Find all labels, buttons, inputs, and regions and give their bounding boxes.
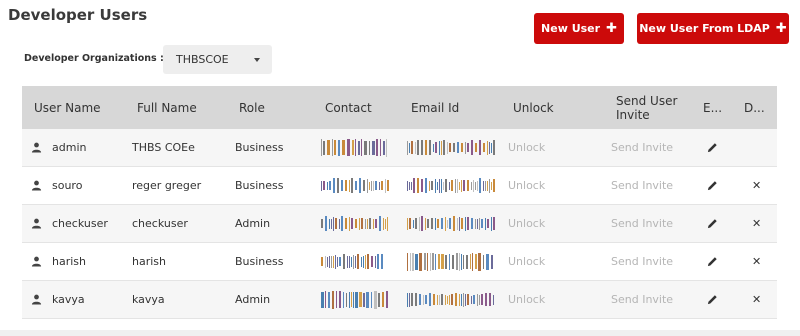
org-select-value: THBSCOE <box>176 53 229 66</box>
edit-button[interactable] <box>707 243 721 280</box>
unlock-link[interactable]: Unlock <box>508 243 578 280</box>
send-invite-link[interactable]: Send Invite <box>611 243 691 280</box>
send-invite-link[interactable]: Send Invite <box>611 167 691 204</box>
pencil-icon <box>707 294 718 305</box>
pencil-icon <box>707 256 718 267</box>
cell-fullname: THBS COEe <box>132 141 195 154</box>
send-invite-link[interactable]: Send Invite <box>611 205 691 242</box>
cell-fullname: harish <box>132 255 166 268</box>
page-title: Developer Users <box>8 6 148 24</box>
header-contact[interactable]: Contact <box>325 86 395 129</box>
page: Developer Users New User ✚ New User From… <box>0 0 800 330</box>
header-edit[interactable]: E... <box>703 86 727 129</box>
cell-username: checkuser <box>31 205 131 242</box>
pencil-icon <box>707 180 718 191</box>
pencil-icon <box>707 142 718 153</box>
header-unlock[interactable]: Unlock <box>513 86 583 129</box>
table-body: admin THBS COEe Business Unlock Send Invite s… <box>22 129 777 319</box>
cell-contact-redacted <box>321 167 396 204</box>
close-icon: ✕ <box>752 179 762 192</box>
chevron-down-icon <box>254 58 260 62</box>
close-icon: ✕ <box>752 255 762 268</box>
plus-icon: ✚ <box>606 21 617 36</box>
user-icon <box>31 180 42 191</box>
table-row: admin THBS COEe Business Unlock Send Invite <box>22 129 777 167</box>
plus-icon: ✚ <box>775 21 787 36</box>
edit-button[interactable] <box>707 129 721 166</box>
new-user-label: New User <box>541 22 601 35</box>
cell-email-redacted <box>407 129 502 166</box>
username-text: admin <box>52 141 87 154</box>
cell-fullname: kavya <box>132 293 165 306</box>
header-send-invite[interactable]: Send User Invite <box>616 86 686 129</box>
cell-email-redacted <box>407 167 502 204</box>
user-icon <box>31 256 42 267</box>
cell-email-redacted <box>407 243 502 280</box>
users-table: User Name Full Name Role Contact Email I… <box>22 86 777 319</box>
user-icon <box>31 142 42 153</box>
header-email[interactable]: Email Id <box>411 86 501 129</box>
header-role[interactable]: Role <box>239 86 309 129</box>
cell-username: souro <box>31 167 131 204</box>
table-row: kavya kavya Admin Unlock Send Invite ✕ <box>22 281 777 319</box>
cell-role: Admin <box>235 217 271 230</box>
send-invite-link[interactable]: Send Invite <box>611 281 691 318</box>
header-username[interactable]: User Name <box>34 86 124 129</box>
pencil-icon <box>707 218 718 229</box>
cell-email-redacted <box>407 281 502 318</box>
user-icon <box>31 294 42 305</box>
cell-role: Business <box>235 179 284 192</box>
cell-contact-redacted <box>321 243 396 280</box>
cell-email-redacted <box>407 205 502 242</box>
cell-role: Admin <box>235 293 271 306</box>
edit-button[interactable] <box>707 205 721 242</box>
new-user-button[interactable]: New User ✚ <box>534 13 624 44</box>
header-delete[interactable]: D... <box>744 86 768 129</box>
username-text: souro <box>52 179 83 192</box>
user-icon <box>31 218 42 229</box>
cell-username: admin <box>31 129 131 166</box>
cell-role: Business <box>235 255 284 268</box>
username-text: kavya <box>52 293 85 306</box>
delete-button[interactable]: ✕ <box>752 205 766 242</box>
table-header: User Name Full Name Role Contact Email I… <box>22 86 777 129</box>
table-row: souro reger greger Business Unlock Send Invi… <box>22 167 777 205</box>
org-label-text: Developer Organizations : <box>24 53 164 64</box>
delete-button[interactable]: ✕ <box>752 243 766 280</box>
edit-button[interactable] <box>707 167 721 204</box>
delete-button[interactable]: ✕ <box>752 167 766 204</box>
unlock-link[interactable]: Unlock <box>508 167 578 204</box>
username-text: checkuser <box>52 217 108 230</box>
cell-role: Business <box>235 141 284 154</box>
unlock-link[interactable]: Unlock <box>508 129 578 166</box>
table-row: checkuser checkuser Admin Unlock Send Invite… <box>22 205 777 243</box>
delete-button[interactable]: ✕ <box>752 281 766 318</box>
table-row: harish harish Business Unlock Send Invite ✕ <box>22 243 777 281</box>
cell-fullname: checkuser <box>132 217 188 230</box>
cell-username: kavya <box>31 281 131 318</box>
new-user-ldap-button[interactable]: New User From LDAP ✚ <box>637 13 789 44</box>
send-invite-link[interactable]: Send Invite <box>611 129 691 166</box>
org-select[interactable]: THBSCOE <box>163 45 272 74</box>
cell-username: harish <box>31 243 131 280</box>
cell-contact-redacted <box>321 281 396 318</box>
username-text: harish <box>52 255 86 268</box>
cell-fullname: reger greger <box>132 179 202 192</box>
new-user-ldap-label: New User From LDAP <box>639 22 770 35</box>
close-icon: ✕ <box>752 293 762 306</box>
unlock-link[interactable]: Unlock <box>508 205 578 242</box>
cell-contact-redacted <box>321 205 396 242</box>
edit-button[interactable] <box>707 281 721 318</box>
header-fullname[interactable]: Full Name <box>137 86 227 129</box>
cell-contact-redacted <box>321 129 396 166</box>
org-label: Developer Organizations :* <box>24 53 169 64</box>
unlock-link[interactable]: Unlock <box>508 281 578 318</box>
close-icon: ✕ <box>752 217 762 230</box>
